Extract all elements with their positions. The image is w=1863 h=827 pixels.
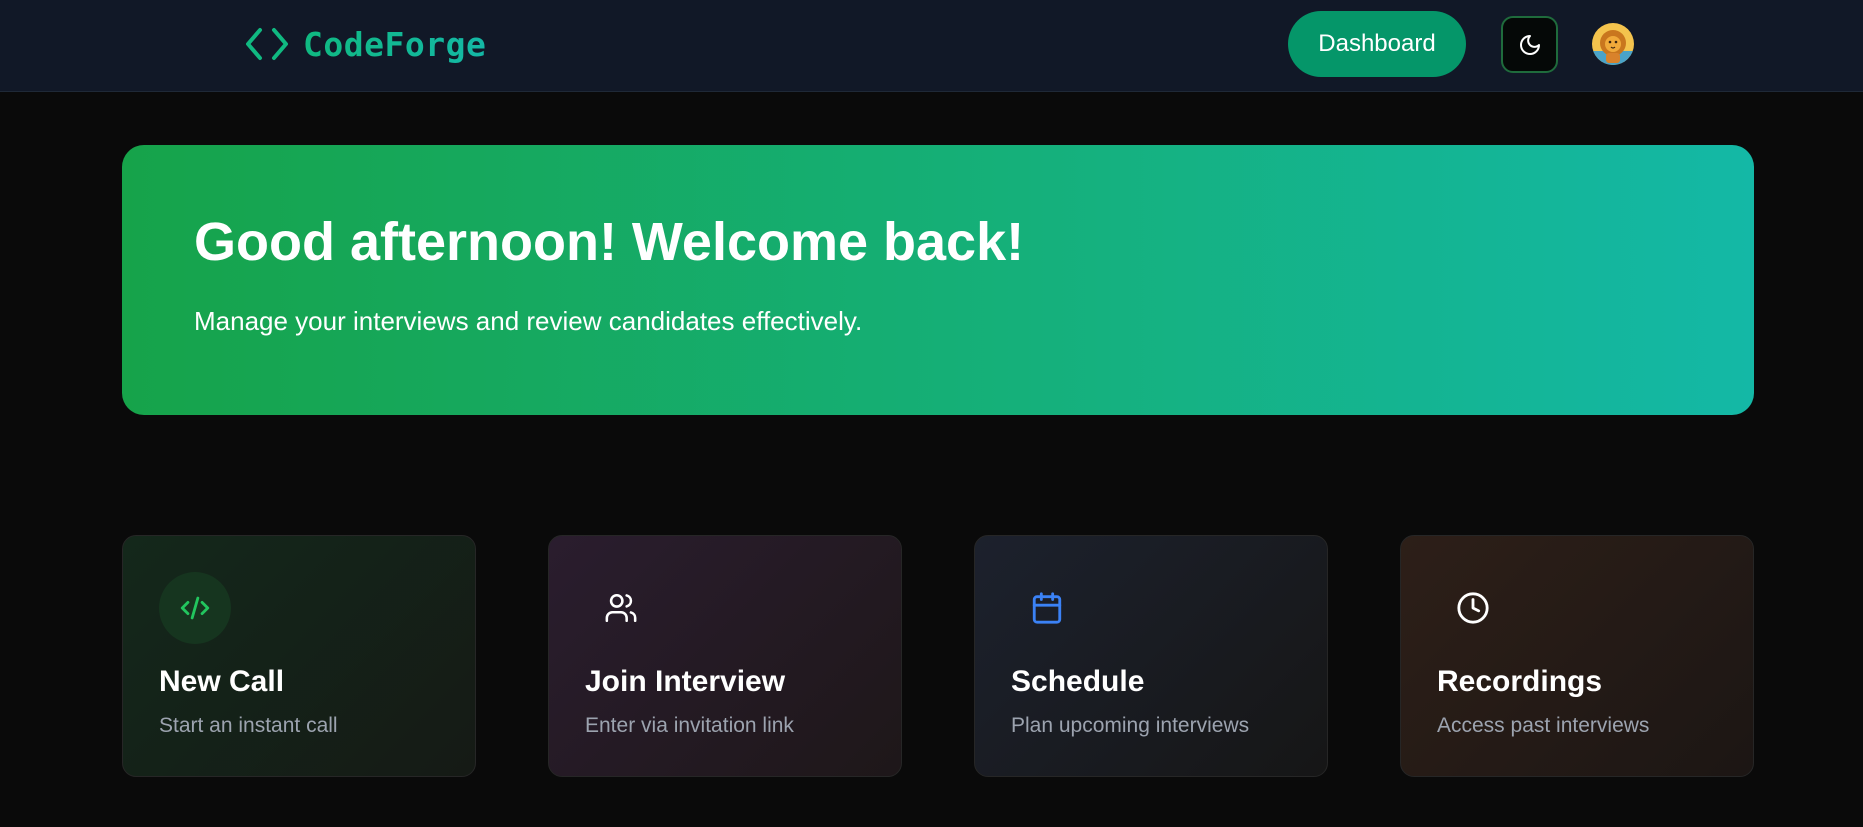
recordings-card[interactable]: Recordings Access past interviews bbox=[1400, 535, 1754, 777]
dashboard-button[interactable]: Dashboard bbox=[1288, 11, 1466, 77]
welcome-title: Good afternoon! Welcome back! bbox=[194, 212, 1025, 272]
users-icon bbox=[605, 593, 637, 623]
welcome-subtitle: Manage your interviews and review candid… bbox=[194, 306, 863, 336]
brand-name: CodeForge bbox=[303, 24, 487, 64]
code-brackets-icon bbox=[246, 28, 288, 60]
recordings-icon-wrapper bbox=[1437, 572, 1509, 644]
theme-toggle-button[interactable] bbox=[1501, 16, 1558, 73]
card-title: Join Interview bbox=[585, 665, 786, 698]
card-description: Plan upcoming interviews bbox=[1011, 714, 1250, 737]
lion-avatar-icon bbox=[1592, 23, 1634, 65]
clock-icon bbox=[1457, 592, 1489, 624]
join-interview-card[interactable]: Join Interview Enter via invitation link bbox=[548, 535, 902, 777]
code-icon bbox=[180, 596, 210, 620]
top-navbar: CodeForge Dashboard bbox=[0, 0, 1863, 92]
card-title: Recordings bbox=[1437, 665, 1603, 698]
new-call-icon-wrapper bbox=[159, 572, 231, 644]
card-description: Enter via invitation link bbox=[585, 714, 794, 737]
card-description: Access past interviews bbox=[1437, 714, 1650, 737]
brand-logo-link[interactable]: CodeForge bbox=[243, 24, 486, 64]
card-title: Schedule bbox=[1011, 665, 1145, 698]
welcome-banner: Good afternoon! Welcome back! Manage you… bbox=[122, 145, 1754, 415]
card-description: Start an instant call bbox=[159, 714, 338, 737]
schedule-icon-wrapper bbox=[1011, 572, 1083, 644]
join-interview-icon-wrapper bbox=[585, 572, 657, 644]
schedule-card[interactable]: Schedule Plan upcoming interviews bbox=[974, 535, 1328, 777]
user-avatar[interactable] bbox=[1592, 23, 1634, 65]
moon-icon bbox=[1519, 34, 1540, 55]
new-call-card[interactable]: New Call Start an instant call bbox=[122, 535, 476, 777]
card-title: New Call bbox=[159, 665, 285, 698]
calendar-icon bbox=[1032, 592, 1062, 624]
